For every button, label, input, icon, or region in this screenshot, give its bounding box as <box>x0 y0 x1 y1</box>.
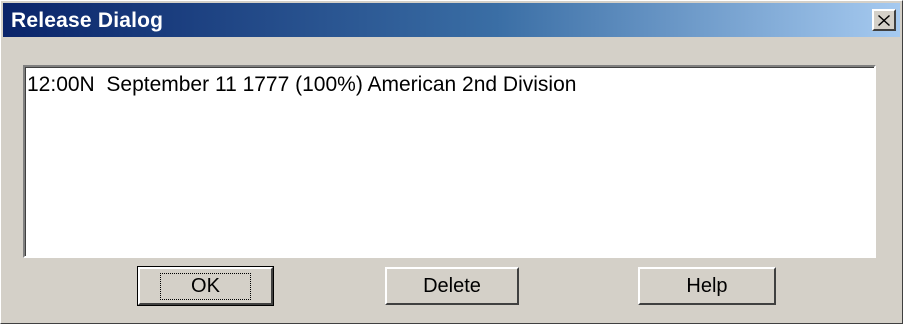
delete-button[interactable]: Delete <box>385 267 519 305</box>
window-title: Release Dialog <box>11 9 164 32</box>
release-dialog-window: Release Dialog 12:00N September 11 1777 … <box>0 0 903 324</box>
release-list[interactable]: 12:00N September 11 1777 (100%) American… <box>23 65 876 258</box>
close-icon <box>878 14 890 26</box>
delete-button-label: Delete <box>423 274 481 297</box>
close-button[interactable] <box>872 9 896 31</box>
help-button[interactable]: Help <box>638 267 776 305</box>
help-button-label: Help <box>686 274 728 297</box>
ok-button[interactable]: OK <box>137 266 274 306</box>
list-item[interactable]: 12:00N September 11 1777 (100%) American… <box>27 73 576 97</box>
ok-button-label: OK <box>160 272 251 300</box>
title-bar[interactable]: Release Dialog <box>3 3 900 37</box>
